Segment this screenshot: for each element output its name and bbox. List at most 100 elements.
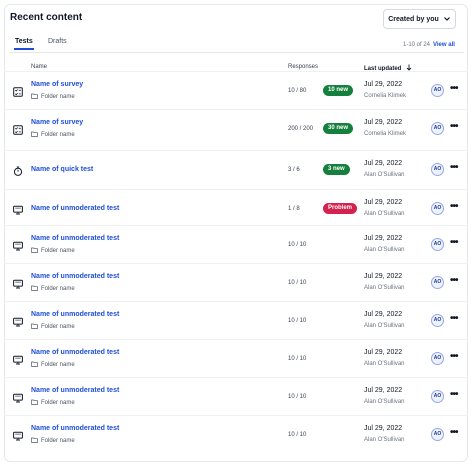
more-options-icon[interactable]: ••• — [450, 121, 458, 132]
avatar[interactable]: AO — [431, 84, 444, 97]
author-name: Cornelia Klimek — [364, 131, 407, 137]
status-badge: 30 new — [323, 123, 354, 134]
folder-label: Folder name — [31, 399, 75, 407]
folder-label: Folder name — [31, 131, 75, 139]
responses-count: 10 / 10 — [288, 242, 307, 248]
author-name: Alan O'Sullivan — [364, 247, 405, 253]
table-row[interactable]: Name of unmoderated test Folder name 10 / … — [4, 263, 468, 301]
last-updated-date: Jul 29, 2022 — [364, 160, 403, 167]
table-row[interactable]: Name of survey Folder name 10 / 80 10 new Ju… — [4, 71, 468, 109]
last-updated-date: Jul 29, 2022 — [364, 311, 403, 318]
folder-name: Folder name — [41, 94, 75, 100]
table-row[interactable]: Name of survey Folder name 200 / 200 30 new… — [4, 109, 468, 147]
avatar[interactable]: AO — [431, 163, 444, 176]
tab-bar: Tests Drafts — [10, 38, 464, 53]
monitor-icon — [13, 390, 23, 403]
avatar[interactable]: AO — [431, 352, 444, 365]
created-by-filter-button[interactable]: Created by you — [383, 9, 456, 29]
table-row[interactable]: Name of unmoderated test Folder name 10 / … — [4, 301, 468, 339]
folder-label: Folder name — [31, 361, 75, 369]
avatar[interactable]: AO — [431, 314, 444, 327]
page-title: Recent content — [10, 12, 83, 23]
folder-name: Folder name — [41, 248, 75, 254]
responses-count: 10 / 10 — [288, 394, 307, 400]
table-row[interactable]: Name of unmoderated test 1 / 8 Problem Jul … — [4, 189, 468, 227]
monitor-icon — [13, 202, 23, 215]
tab-tests[interactable]: Tests — [14, 38, 34, 50]
folder-name: Folder name — [41, 132, 75, 138]
author-name: Alan O'Sullivan — [364, 285, 405, 291]
more-options-icon[interactable]: ••• — [450, 389, 458, 400]
avatar[interactable]: AO — [431, 428, 444, 441]
more-options-icon[interactable]: ••• — [450, 83, 458, 94]
avatar[interactable]: AO — [431, 122, 444, 135]
avatar[interactable]: AO — [431, 390, 444, 403]
item-name-link[interactable]: Name of survey — [31, 81, 83, 88]
created-by-label: Created by you — [388, 15, 439, 23]
survey-icon — [13, 122, 23, 135]
more-options-icon[interactable]: ••• — [450, 351, 458, 362]
item-name-link[interactable]: Name of unmoderated test — [31, 273, 119, 280]
author-name: Alan O'Sullivan — [364, 172, 405, 178]
tab-drafts[interactable]: Drafts — [48, 38, 67, 45]
item-name-link[interactable]: Name of quick test — [31, 166, 93, 173]
author-name: Alan O'Sullivan — [364, 437, 405, 443]
item-name-link[interactable]: Name of unmoderated test — [31, 311, 119, 318]
column-header-responses[interactable]: Responses — [288, 64, 318, 70]
item-name-link[interactable]: Name of unmoderated test — [31, 387, 119, 394]
last-updated-date: Jul 29, 2022 — [364, 273, 403, 280]
item-name-link[interactable]: Name of unmoderated test — [31, 349, 119, 356]
folder-icon — [31, 437, 38, 445]
item-name-link[interactable]: Name of unmoderated test — [31, 235, 119, 242]
folder-name: Folder name — [41, 286, 75, 292]
more-options-icon[interactable]: ••• — [450, 162, 458, 173]
responses-count: 1 / 8 — [288, 206, 300, 212]
folder-icon — [31, 323, 38, 331]
last-updated-date: Jul 29, 2022 — [364, 199, 403, 206]
more-options-icon[interactable]: ••• — [450, 275, 458, 286]
folder-icon — [31, 131, 38, 139]
folder-icon — [31, 247, 38, 255]
more-options-icon[interactable]: ••• — [450, 313, 458, 324]
monitor-icon — [13, 428, 23, 441]
table-row[interactable]: Name of quick test 3 / 6 3 new Jul 29, 2022… — [4, 150, 468, 188]
more-options-icon[interactable]: ••• — [450, 427, 458, 438]
folder-label: Folder name — [31, 437, 75, 445]
pagination-range: 1-10 of 24 — [403, 42, 431, 48]
responses-count: 10 / 10 — [288, 280, 307, 286]
table-row[interactable]: Name of unmoderated test Folder name 10 / … — [4, 415, 468, 453]
folder-label: Folder name — [31, 247, 75, 255]
item-name-link[interactable]: Name of survey — [31, 119, 83, 126]
folder-icon — [31, 285, 38, 293]
table-row[interactable]: Name of unmoderated test Folder name 10 / … — [4, 225, 468, 263]
author-name: Alan O'Sullivan — [364, 361, 405, 367]
folder-name: Folder name — [41, 324, 75, 330]
avatar[interactable]: AO — [431, 276, 444, 289]
author-name: Cornelia Klimek — [364, 93, 407, 99]
responses-count: 10 / 10 — [288, 318, 307, 324]
monitor-icon — [13, 352, 23, 365]
author-name: Alan O'Sullivan — [364, 323, 405, 329]
more-options-icon[interactable]: ••• — [450, 237, 458, 248]
responses-count: 10 / 10 — [288, 432, 307, 438]
item-name-link[interactable]: Name of unmoderated test — [31, 425, 119, 432]
folder-label: Folder name — [31, 285, 75, 293]
avatar[interactable]: AO — [431, 202, 444, 215]
column-header-name[interactable]: Name — [31, 64, 47, 70]
stopwatch-icon — [13, 163, 23, 176]
status-badge: Problem — [323, 203, 358, 214]
sort-arrow-down-icon — [406, 64, 412, 71]
author-name: Alan O'Sullivan — [364, 399, 405, 405]
responses-count: 3 / 6 — [288, 167, 300, 173]
view-all-link[interactable]: View all — [433, 42, 455, 48]
item-name-link[interactable]: Name of unmoderated test — [31, 205, 119, 212]
author-name: Alan O'Sullivan — [364, 211, 405, 217]
responses-count: 200 / 200 — [288, 126, 314, 132]
monitor-icon — [13, 238, 23, 251]
status-badge: 10 new — [323, 85, 354, 96]
responses-count: 10 / 10 — [288, 356, 307, 362]
table-row[interactable]: Name of unmoderated test Folder name 10 / … — [4, 377, 468, 415]
avatar[interactable]: AO — [431, 238, 444, 251]
table-row[interactable]: Name of unmoderated test Folder name 10 / … — [4, 339, 468, 377]
more-options-icon[interactable]: ••• — [450, 201, 458, 212]
